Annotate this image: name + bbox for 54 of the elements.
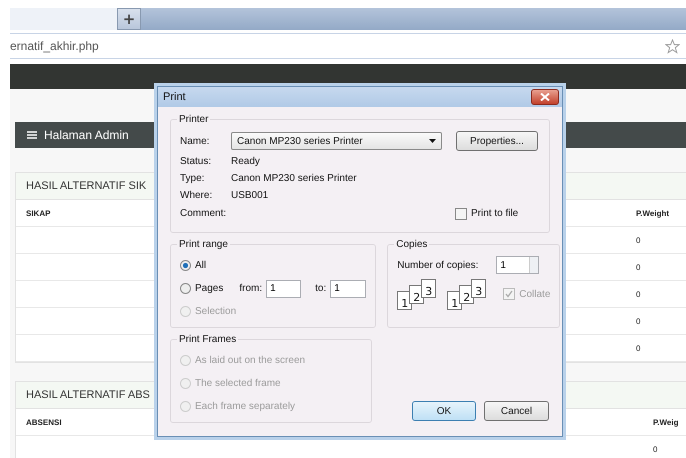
info-value: USB001 (231, 190, 268, 201)
printer-select[interactable]: Canon MP230 series Printer (231, 132, 442, 150)
close-button[interactable] (531, 89, 559, 105)
card-title: HASIL ALTERNATIF ABS (26, 389, 150, 401)
field-label: to: (315, 283, 326, 294)
radio-label: Each frame separately (195, 401, 296, 412)
radio-label: All (195, 260, 206, 271)
radio-button[interactable] (180, 260, 191, 271)
info-label: Where: (180, 190, 214, 201)
menu-icon[interactable] (27, 131, 37, 139)
info-label: Status: (180, 156, 212, 167)
column-header: P.Weight (636, 208, 670, 218)
checkbox[interactable] (455, 208, 467, 220)
column-header: P.Weig (653, 418, 678, 426)
table-cell: 0 (636, 316, 640, 326)
new-tab-button[interactable]: + (117, 8, 141, 30)
table-cell: 0 (636, 262, 640, 272)
checkbox-label: Print to file (471, 208, 518, 219)
properties-button[interactable]: Properties... (456, 131, 538, 151)
radio-button[interactable] (180, 283, 191, 294)
column-header: ABSENSI (26, 418, 62, 426)
field-label: from: (239, 283, 262, 294)
card-title: HASIL ALTERNATIF SIK (26, 180, 146, 192)
from-field[interactable]: 1 (266, 280, 302, 298)
caret-icon (429, 139, 436, 143)
group-label: Print Frames (178, 334, 238, 345)
table-cell: 0 (636, 236, 640, 244)
radio-label: Selection (195, 306, 236, 317)
table-cell: 0 (653, 444, 658, 454)
field-label: Number of copies: (397, 260, 478, 270)
table-cell: 0 (636, 290, 640, 298)
radio-label: As laid out on the screen (195, 355, 306, 366)
copies-spinner[interactable]: 1 (496, 256, 540, 274)
group-label: Print range (178, 239, 229, 250)
admin-title: Halaman Admin (44, 128, 129, 142)
dialog-title: Print (163, 91, 186, 103)
field-label: Name: (180, 136, 210, 146)
close-icon (540, 93, 550, 101)
address-bar[interactable]: ernatif_akhir.php (10, 33, 686, 59)
info-label: Comment: (180, 208, 228, 219)
group-label: Copies (395, 239, 428, 250)
ok-button[interactable]: OK (412, 401, 476, 421)
to-field[interactable]: 1 (330, 280, 366, 298)
info-value: Ready (231, 156, 260, 167)
table-cell: 0 (636, 344, 640, 352)
cancel-button[interactable]: Cancel (484, 401, 549, 421)
radio-label: The selected frame (195, 378, 281, 389)
column-header: SIKAP (26, 208, 50, 218)
radio-label: Pages (195, 283, 224, 294)
checkbox-label: Collate (519, 288, 550, 300)
info-value: Canon MP230 series Printer (231, 173, 357, 184)
group-label: Printer (178, 114, 210, 125)
star-icon[interactable] (665, 38, 680, 54)
info-label: Type: (180, 173, 206, 184)
